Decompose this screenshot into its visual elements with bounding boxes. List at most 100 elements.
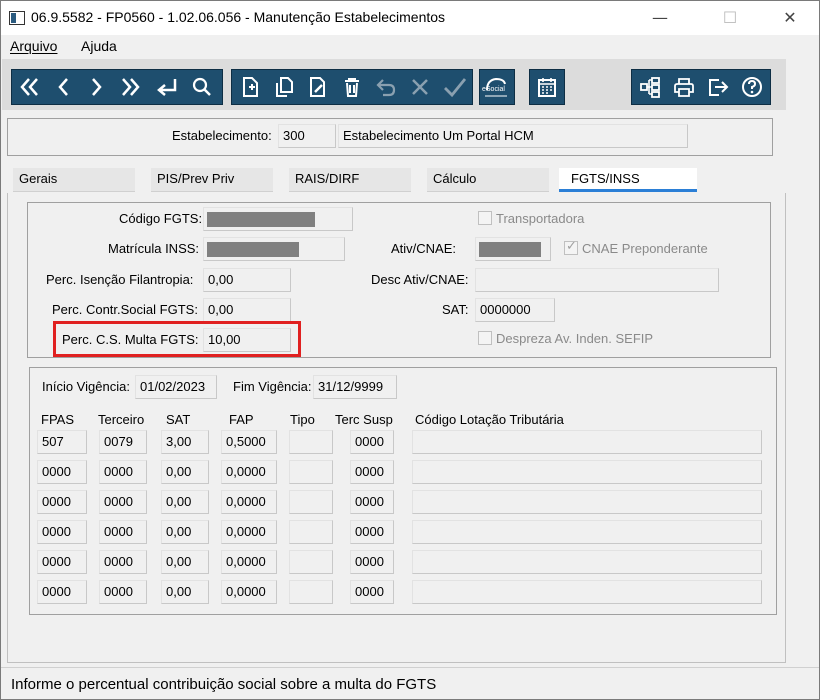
- matricula-inss-field[interactable]: [203, 237, 345, 261]
- grid-cell-tipo[interactable]: [289, 520, 333, 544]
- grid-cell-codigo-lotacao[interactable]: [412, 520, 762, 544]
- menu-arquivo[interactable]: Arquivo: [10, 38, 57, 54]
- delete-button[interactable]: [336, 70, 368, 104]
- grid-cell-terc-susp[interactable]: 0000: [350, 460, 394, 484]
- grid-cell-codigo-lotacao[interactable]: [412, 550, 762, 574]
- matricula-inss-label: Matrícula INSS:: [108, 241, 200, 256]
- undo-button[interactable]: [370, 70, 402, 104]
- grid-cell-sat[interactable]: 0,00: [161, 550, 209, 574]
- grid-cell-fpas[interactable]: 507: [37, 430, 87, 454]
- grid-cell-terceiro[interactable]: 0000: [99, 580, 147, 604]
- status-bar: Informe o percentual contribuição social…: [1, 667, 819, 699]
- grid-cell-fap[interactable]: 0,0000: [221, 520, 277, 544]
- goto-button[interactable]: [150, 70, 182, 104]
- inicio-vigencia-field[interactable]: 01/02/2023: [135, 375, 217, 399]
- perc-contr-social-field[interactable]: 0,00: [203, 298, 291, 322]
- calendar-button[interactable]: [531, 70, 563, 104]
- perc-isencao-field[interactable]: 0,00: [203, 268, 291, 292]
- search-button[interactable]: [186, 70, 218, 104]
- previous-record-button[interactable]: [48, 70, 80, 104]
- grid-cell-tipo[interactable]: [289, 460, 333, 484]
- grid-cell-terc-susp[interactable]: 0000: [350, 550, 394, 574]
- minimize-button[interactable]: —: [637, 1, 683, 35]
- cnae-preponderante-checkbox[interactable]: [564, 239, 578, 255]
- redacted-block: [207, 242, 299, 257]
- tools-group: [631, 69, 771, 105]
- edit-button[interactable]: [302, 70, 334, 104]
- toolbar: eSocial: [11, 69, 773, 105]
- new-button[interactable]: [234, 70, 266, 104]
- tree-button[interactable]: [634, 70, 666, 104]
- grid-cell-terc-susp[interactable]: 0000: [350, 580, 394, 604]
- tab-pis-prev-priv[interactable]: PIS/Prev Priv: [151, 168, 273, 192]
- edit-icon: [310, 77, 325, 97]
- grid-cell-sat[interactable]: 3,00: [161, 430, 209, 454]
- grid-cell-tipo[interactable]: [289, 580, 333, 604]
- copy-button[interactable]: [268, 70, 300, 104]
- grid-cell-fap[interactable]: 0,5000: [221, 430, 277, 454]
- sat-field[interactable]: 0000000: [475, 298, 555, 322]
- grid-cell-terc-susp[interactable]: 0000: [350, 490, 394, 514]
- last-record-button[interactable]: [114, 70, 146, 104]
- grid-cell-codigo-lotacao[interactable]: [412, 430, 762, 454]
- grid-cell-terceiro[interactable]: 0000: [99, 490, 147, 514]
- grid-cell-fpas[interactable]: 0000: [37, 520, 87, 544]
- fim-vigencia-field[interactable]: 31/12/9999: [313, 375, 397, 399]
- codigo-fgts-field[interactable]: [203, 207, 353, 231]
- next-icon: [92, 78, 102, 96]
- grid-cell-fap[interactable]: 0,0000: [221, 580, 277, 604]
- first-icon: [20, 78, 38, 96]
- maximize-button[interactable]: ☐: [707, 1, 753, 35]
- esocial-button[interactable]: eSocial: [481, 70, 513, 104]
- grid-cell-terceiro[interactable]: 0000: [99, 520, 147, 544]
- establishment-code-field[interactable]: 300: [278, 124, 336, 148]
- grid-cell-fap[interactable]: 0,0000: [221, 460, 277, 484]
- print-button[interactable]: [668, 70, 700, 104]
- exit-button[interactable]: [702, 70, 734, 104]
- grid-cell-fpas[interactable]: 0000: [37, 580, 87, 604]
- grid-cell-sat[interactable]: 0,00: [161, 580, 209, 604]
- desc-ativ-cnae-field: [475, 268, 719, 292]
- close-button[interactable]: ✕: [767, 1, 813, 35]
- inicio-vigencia-label: Início Vigência:: [42, 379, 130, 394]
- grid-cell-tipo[interactable]: [289, 550, 333, 574]
- grid-cell-terc-susp[interactable]: 0000: [350, 430, 394, 454]
- grid-cell-fpas[interactable]: 0000: [37, 490, 87, 514]
- highlight-box: [53, 321, 301, 357]
- grid-cell-codigo-lotacao[interactable]: [412, 580, 762, 604]
- grid-cell-fpas[interactable]: 0000: [37, 460, 87, 484]
- grid-cell-sat[interactable]: 0,00: [161, 520, 209, 544]
- grid-cell-terceiro[interactable]: 0000: [99, 550, 147, 574]
- esocial-group: eSocial: [479, 69, 515, 105]
- cancel-button[interactable]: [404, 70, 436, 104]
- perc-isencao-label: Perc. Isenção Filantropia:: [46, 272, 194, 287]
- grid-cell-codigo-lotacao[interactable]: [412, 460, 762, 484]
- grid-cell-fpas[interactable]: 0000: [37, 550, 87, 574]
- next-record-button[interactable]: [80, 70, 112, 104]
- despreza-checkbox[interactable]: [478, 331, 492, 345]
- transportadora-checkbox[interactable]: [478, 211, 492, 225]
- tab-fgts-inss[interactable]: FGTS/INSS: [559, 168, 697, 192]
- save-button[interactable]: [438, 70, 470, 104]
- tab-gerais[interactable]: Gerais: [13, 168, 135, 192]
- grid-cell-terc-susp[interactable]: 0000: [350, 520, 394, 544]
- menu-ajuda[interactable]: Ajuda: [81, 38, 117, 54]
- column-header-terc-susp: Terc Susp: [335, 412, 393, 427]
- grid-cell-codigo-lotacao[interactable]: [412, 490, 762, 514]
- grid-cell-tipo[interactable]: [289, 430, 333, 454]
- grid-cell-sat[interactable]: 0,00: [161, 460, 209, 484]
- grid-cell-terceiro[interactable]: 0000: [99, 460, 147, 484]
- establishment-name-field: Estabelecimento Um Portal HCM: [338, 124, 688, 148]
- tab-calculo[interactable]: Cálculo: [427, 168, 549, 192]
- ativ-cnae-field[interactable]: [475, 237, 551, 261]
- previous-icon: [58, 78, 68, 96]
- establishment-label: Estabelecimento:: [172, 128, 272, 143]
- grid-cell-terceiro[interactable]: 0079: [99, 430, 147, 454]
- grid-cell-fap[interactable]: 0,0000: [221, 550, 277, 574]
- first-record-button[interactable]: [14, 70, 46, 104]
- grid-cell-tipo[interactable]: [289, 490, 333, 514]
- help-button[interactable]: [736, 70, 768, 104]
- grid-cell-sat[interactable]: 0,00: [161, 490, 209, 514]
- grid-cell-fap[interactable]: 0,0000: [221, 490, 277, 514]
- tab-rais-dirf[interactable]: RAIS/DIRF: [289, 168, 411, 192]
